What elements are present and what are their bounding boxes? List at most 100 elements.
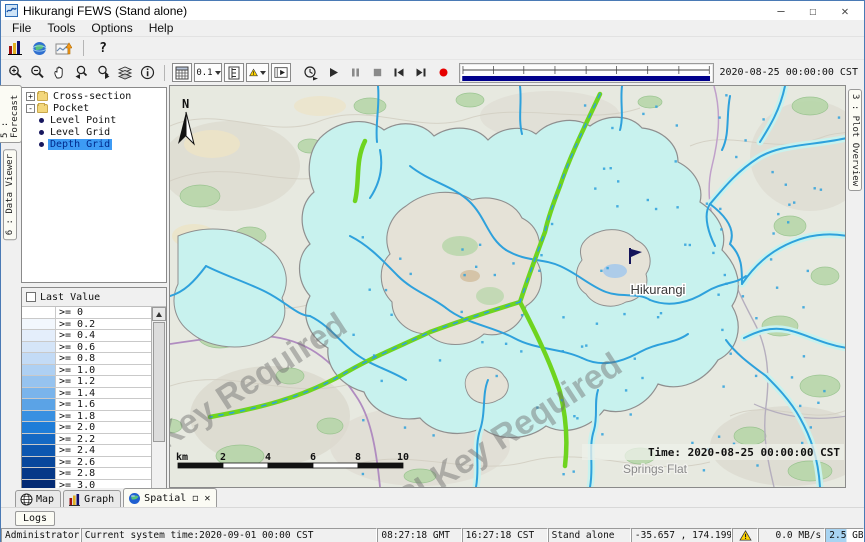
info-button[interactable]	[137, 63, 157, 83]
pan-button[interactable]	[49, 63, 69, 83]
legend-row[interactable]: >= 2.2	[22, 434, 151, 446]
tree-item-pocket[interactable]: - Pocket	[26, 102, 166, 114]
maximize-button[interactable]: ☐	[806, 4, 820, 18]
tab-spatial-label: Spatial	[144, 493, 186, 504]
legend-row[interactable]: >= 2.0	[22, 422, 151, 434]
step-last-button[interactable]	[411, 63, 431, 83]
svg-text:10: 10	[397, 452, 409, 463]
legend-row[interactable]: >= 1.6	[22, 399, 151, 411]
tab-forecast[interactable]: 5 : Forecast	[0, 85, 22, 143]
legend-row[interactable]: >= 0.2	[22, 319, 151, 331]
menu-help[interactable]: Help	[142, 20, 181, 36]
map-canvas[interactable]: API Key Required API Key Required Hikura…	[170, 86, 846, 487]
elevation-ruler-icon	[228, 66, 240, 80]
step-first-button[interactable]	[389, 63, 409, 83]
legend-list: >= 0 >= 0.2 >= 0.4	[22, 307, 151, 503]
scrollbar-thumb[interactable]	[153, 322, 165, 442]
record-button[interactable]	[433, 63, 453, 83]
zoom-previous-button[interactable]	[71, 63, 91, 83]
animate-button[interactable]	[301, 63, 321, 83]
mode-cell: Stand alone	[548, 528, 631, 542]
layers-button[interactable]	[115, 63, 135, 83]
menu-bar: File Tools Options Help	[1, 20, 864, 37]
legend-row[interactable]: >= 0.4	[22, 330, 151, 342]
window-title: Hikurangi FEWS (Stand alone)	[23, 4, 187, 18]
legend-row[interactable]: >= 2.4	[22, 445, 151, 457]
app-window: Hikurangi FEWS (Stand alone) – ☐ ✕ File …	[0, 0, 865, 542]
tree-item-level-point[interactable]: Level Point	[37, 114, 166, 126]
tab-map-label: Map	[36, 494, 54, 505]
area-label: Springs Flat	[623, 462, 688, 476]
svg-text:km: km	[176, 452, 188, 463]
import-status-button[interactable]	[53, 38, 74, 58]
tab-maximize-icon[interactable]: ◻	[192, 493, 198, 504]
legend-row[interactable]: >= 0.6	[22, 342, 151, 354]
last-value-label: Last Value	[40, 292, 100, 303]
coordinates-cell: -35.657 , 174.199	[631, 528, 732, 542]
town-label: Hikurangi	[631, 282, 686, 297]
legend-row[interactable]: >= 1.4	[22, 388, 151, 400]
legend-swatch	[22, 353, 56, 364]
tree-item-level-grid[interactable]: Level Grid	[37, 126, 166, 138]
tab-data-viewer[interactable]: 6 : Data Viewer	[3, 149, 17, 240]
collapse-icon[interactable]: -	[26, 104, 35, 113]
precision-dropdown[interactable]: 0.1	[194, 63, 222, 82]
tab-spatial[interactable]: Spatial ◻ ✕	[123, 488, 217, 507]
record-icon	[438, 67, 449, 78]
tab-map[interactable]: Map	[15, 490, 61, 507]
data-display-button[interactable]	[5, 38, 25, 58]
legend-label: >= 1.2	[56, 376, 98, 387]
skip-start-icon	[393, 67, 405, 78]
legend-row[interactable]: >= 0	[22, 307, 151, 319]
legend-row[interactable]: >= 1.2	[22, 376, 151, 388]
expand-icon[interactable]: +	[26, 92, 35, 101]
profile-button[interactable]	[224, 63, 244, 82]
legend-scrollbar[interactable]	[151, 307, 166, 503]
map-panel: API Key Required API Key Required Hikura…	[169, 85, 846, 488]
tab-graph[interactable]: Graph	[63, 490, 121, 507]
zoom-out-button[interactable]	[27, 63, 47, 83]
legend-swatch	[22, 376, 56, 387]
zoom-next-button[interactable]	[93, 63, 113, 83]
logs-button[interactable]: Logs	[15, 511, 55, 526]
tab-plot-overview[interactable]: 3 : Plot Overview	[848, 89, 862, 191]
title-bar[interactable]: Hikurangi FEWS (Stand alone) – ☐ ✕	[1, 1, 864, 20]
globe-icon	[32, 41, 47, 56]
help-button[interactable]: ?	[93, 38, 113, 58]
menu-options[interactable]: Options	[84, 20, 139, 36]
zoom-in-button[interactable]	[5, 63, 25, 83]
minimize-button[interactable]: –	[774, 4, 788, 18]
warning-cell[interactable]	[732, 528, 758, 542]
wire-globe-icon	[20, 493, 33, 506]
warning-dropdown[interactable]	[246, 63, 269, 82]
legend-label: >= 0.6	[56, 342, 98, 353]
tree-item-label: Pocket	[51, 103, 91, 114]
grid-display-button[interactable]	[172, 63, 192, 82]
spatial-display-button[interactable]	[29, 38, 49, 58]
legend-row[interactable]: >= 1.0	[22, 365, 151, 377]
svg-text:4: 4	[265, 452, 271, 463]
legend-row[interactable]: >= 2.6	[22, 457, 151, 469]
play-button[interactable]	[323, 63, 343, 83]
close-button[interactable]: ✕	[838, 4, 852, 18]
menu-tools[interactable]: Tools	[40, 20, 82, 36]
pan-hand-icon	[52, 65, 67, 80]
stop-button[interactable]	[367, 63, 387, 83]
tab-close-icon[interactable]: ✕	[204, 493, 210, 504]
tree-item-cross-section[interactable]: + Cross-section	[26, 90, 166, 102]
scroll-up-button[interactable]	[152, 307, 166, 321]
time-slider[interactable]	[459, 63, 713, 83]
memory-cell[interactable]: 2.5 GB	[825, 528, 864, 542]
zoom-out-icon	[30, 65, 45, 80]
pause-button[interactable]	[345, 63, 365, 83]
tree-item-depth-grid[interactable]: Depth Grid	[37, 138, 166, 150]
legend-row[interactable]: >= 0.8	[22, 353, 151, 365]
legend-row[interactable]: >= 1.8	[22, 411, 151, 423]
last-value-checkbox[interactable]	[26, 292, 36, 302]
legend-row[interactable]: >= 2.8	[22, 468, 151, 480]
legend-swatch	[22, 399, 56, 410]
movie-player-button[interactable]	[271, 63, 291, 82]
menu-file[interactable]: File	[5, 20, 38, 36]
pause-icon	[350, 67, 361, 78]
scrollbar-track[interactable]	[152, 443, 166, 489]
